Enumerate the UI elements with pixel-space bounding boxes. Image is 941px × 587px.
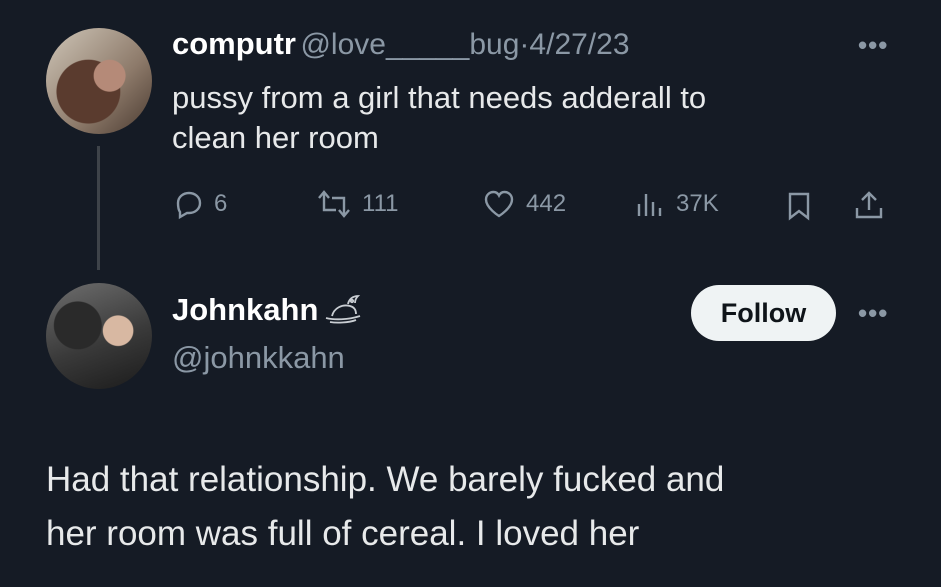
reply-icon — [176, 191, 202, 220]
reply-text: Had that relationship. We barely fucked … — [46, 453, 926, 561]
follow-button[interactable]: Follow — [691, 285, 836, 341]
heart-icon — [484, 190, 514, 218]
thread-connector-line — [97, 146, 100, 270]
view-count: 37K — [676, 190, 719, 217]
tweet-text-line: pussy from a girl that needs adderall to — [172, 80, 707, 115]
avatar[interactable] — [46, 28, 152, 134]
bird-emoji-icon — [326, 295, 361, 324]
separator-dot: · — [519, 28, 530, 61]
user-name-row: Johnkahn — [172, 292, 366, 328]
tweet-text: pussy from a girl that needs adderall to… — [172, 78, 872, 158]
reply-text-line: Had that relationship. We barely fucked … — [46, 460, 725, 499]
display-name[interactable]: Johnkahn — [172, 292, 318, 328]
tweet-text-line: clean her room — [172, 120, 379, 155]
bookmark-icon — [788, 192, 810, 221]
like-count: 442 — [526, 190, 567, 217]
share-button[interactable] — [852, 188, 886, 227]
views-button[interactable]: 37K — [634, 188, 719, 220]
handle[interactable]: @love_____bug — [300, 28, 519, 61]
handle[interactable]: @johnkkahn — [172, 340, 345, 376]
tweet-date[interactable]: 4/27/23 — [529, 28, 629, 61]
share-icon — [855, 191, 883, 219]
display-name[interactable]: computr — [172, 26, 296, 61]
more-options-icon[interactable]: ••• — [858, 30, 888, 61]
retweet-icon — [318, 190, 350, 218]
tweet-header: computr @love_____bug·4/27/23 — [172, 26, 630, 62]
reply-text-line: her room was full of cereal. I loved her — [46, 514, 640, 553]
like-button[interactable]: 442 — [482, 188, 566, 220]
views-bar-chart-icon — [637, 194, 662, 216]
reply-button[interactable]: 6 — [172, 188, 227, 220]
retweet-count: 111 — [362, 190, 399, 217]
reply-count: 6 — [214, 190, 228, 217]
more-options-icon[interactable]: ••• — [858, 298, 888, 329]
avatar[interactable] — [46, 283, 152, 389]
retweet-button[interactable]: 111 — [316, 188, 398, 220]
bookmark-button[interactable] — [785, 190, 813, 227]
